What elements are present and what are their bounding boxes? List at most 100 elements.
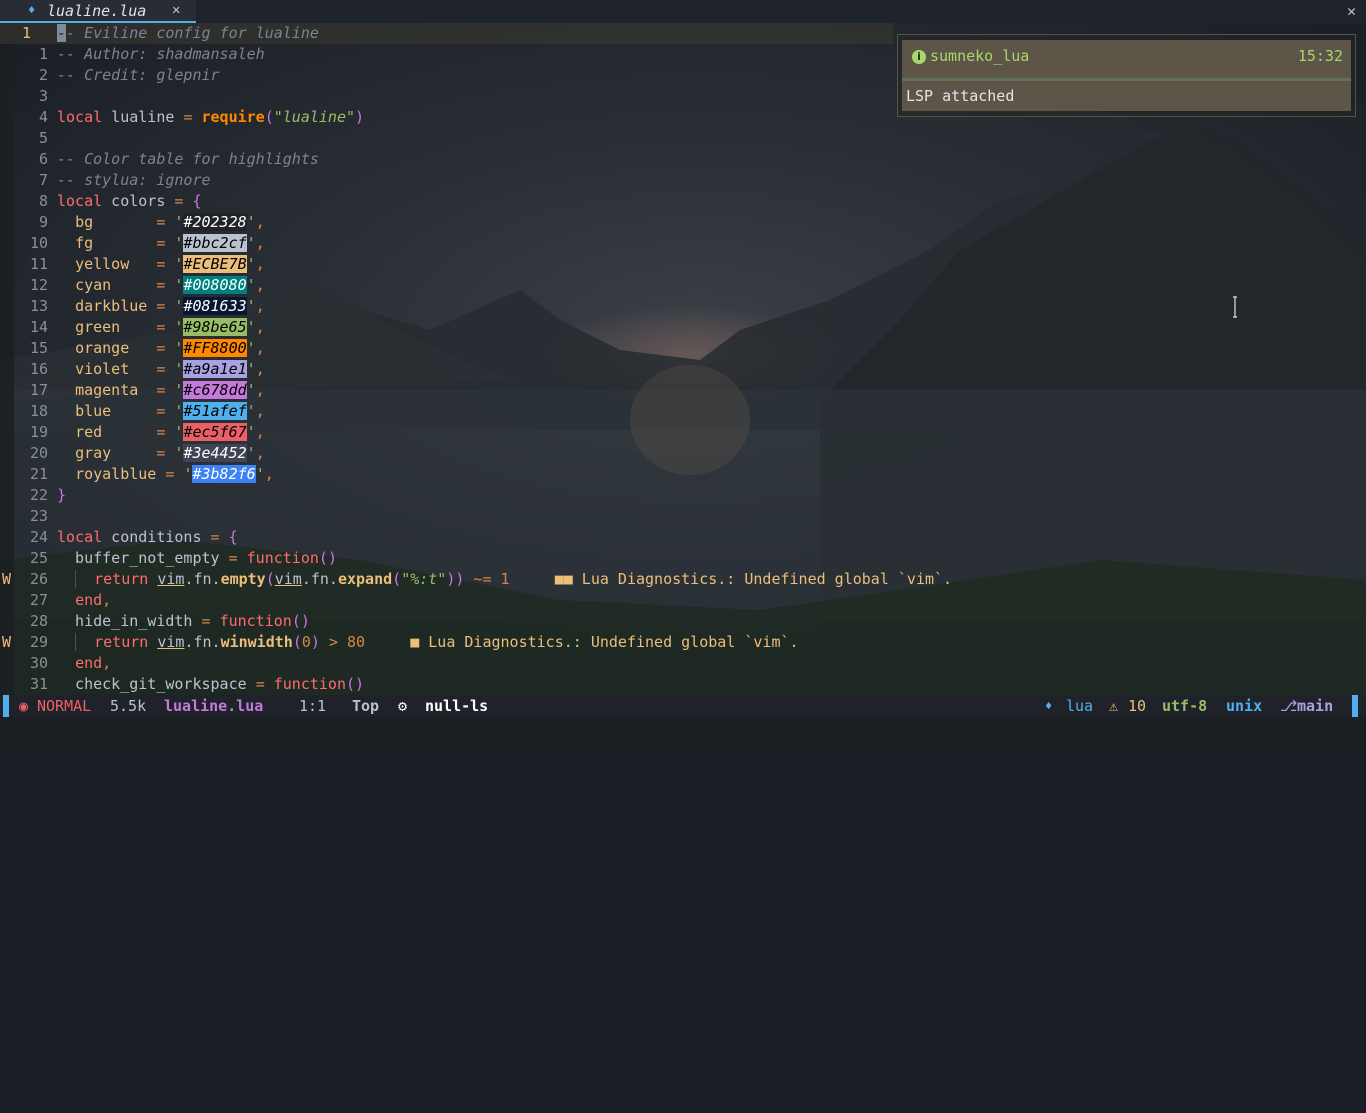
buffer-tab[interactable]: ♦ lualine.lua ✕ bbox=[0, 0, 196, 23]
tab-filename: lualine.lua bbox=[47, 2, 147, 20]
line-number: 8 bbox=[38, 192, 48, 210]
text-cursor-icon bbox=[1233, 296, 1237, 318]
line-text: local colors = { bbox=[57, 192, 202, 210]
code-line[interactable]: 12 cyan = '#008080', bbox=[0, 275, 1366, 296]
line-number: 30 bbox=[29, 654, 48, 672]
code-line[interactable]: 25 buffer_not_empty = function() bbox=[0, 548, 1366, 569]
warning-count[interactable]: 10 bbox=[1128, 695, 1146, 717]
line-number: 11 bbox=[29, 255, 48, 273]
code-line[interactable]: 23 bbox=[0, 506, 1366, 527]
line-number: 27 bbox=[29, 591, 48, 609]
diagnostic-virtual-text: ■■ Lua Diagnostics.: Undefined global `v… bbox=[509, 570, 953, 588]
line-number: 23 bbox=[29, 507, 48, 525]
gear-icon: ⚙ bbox=[398, 697, 408, 715]
line-number: 19 bbox=[29, 423, 48, 441]
info-icon: i bbox=[912, 50, 926, 64]
code-line[interactable]: 5 bbox=[0, 128, 1366, 149]
mode-indicator: NORMAL bbox=[37, 697, 92, 715]
code-line[interactable]: 24 local conditions = { bbox=[0, 527, 1366, 548]
vim-mode-icon: ◉ bbox=[19, 697, 29, 715]
line-text: return vim.fn.empty(vim.fn.expand("%:t")… bbox=[57, 569, 952, 590]
code-line[interactable]: W 29 return vim.fn.winwidth(0) > 80 ■ Lua… bbox=[0, 632, 1366, 653]
line-number: 24 bbox=[29, 528, 48, 546]
line-number: 6 bbox=[38, 150, 48, 168]
tabline: ♦ lualine.lua ✕ bbox=[0, 0, 1366, 23]
scroll-progress: Top bbox=[352, 697, 380, 715]
line-text: hide_in_width = function() bbox=[57, 612, 310, 630]
statusline-left-edge bbox=[3, 695, 9, 717]
line-text: local conditions = { bbox=[57, 528, 238, 546]
line-text: local lualine = require("lualine") bbox=[57, 108, 365, 126]
current-line[interactable]: 1 -- Eviline config for lualine bbox=[0, 23, 893, 44]
line-text: gray = '#3e4452', bbox=[75, 444, 265, 462]
code-line[interactable]: 14 green = '#98be65', bbox=[0, 317, 1366, 338]
line-number: 22 bbox=[29, 486, 48, 504]
line-number: 14 bbox=[29, 318, 48, 336]
warning-sign: W bbox=[2, 570, 12, 588]
line-number: 12 bbox=[29, 276, 48, 294]
editor-buffer[interactable]: 1 -- Eviline config for lualine 1 -- Author… bbox=[0, 23, 1366, 695]
line-number: 15 bbox=[29, 339, 48, 357]
line-number: 29 bbox=[29, 633, 48, 651]
line-number: 26 bbox=[29, 570, 48, 588]
line-number: 28 bbox=[29, 612, 48, 630]
code-line[interactable]: 8 local colors = { bbox=[0, 191, 1366, 212]
file-encoding: utf-8 bbox=[1162, 697, 1208, 715]
line-number: 18 bbox=[29, 402, 48, 420]
diagnostic-virtual-text: ■ Lua Diagnostics.: Undefined global `vi… bbox=[365, 633, 799, 651]
line-number: 3 bbox=[38, 87, 48, 105]
line-text: darkblue = '#081633', bbox=[75, 297, 265, 315]
line-number: 1 bbox=[38, 45, 48, 63]
line-number: 13 bbox=[29, 297, 48, 315]
code-line[interactable]: 13 darkblue = '#081633', bbox=[0, 296, 1366, 317]
line-text: bg = '#202328', bbox=[75, 213, 265, 231]
code-line[interactable]: 15 orange = '#FF8800', bbox=[0, 338, 1366, 359]
line-number: 5 bbox=[38, 129, 48, 147]
code-line[interactable]: 6 -- Color table for highlights bbox=[0, 149, 1366, 170]
code-line[interactable]: 17 magenta = '#c678dd', bbox=[0, 380, 1366, 401]
code-line[interactable]: 20 gray = '#3e4452', bbox=[0, 443, 1366, 464]
git-branch-icon: ⎇ bbox=[1280, 697, 1298, 715]
line-text: royalblue = '#3b82f6', bbox=[75, 465, 274, 483]
line-number: 1 bbox=[22, 24, 32, 42]
code-line[interactable]: 16 violet = '#a9a1e1', bbox=[0, 359, 1366, 380]
line-text: magenta = '#c678dd', bbox=[75, 381, 265, 399]
line-text: blue = '#51afef', bbox=[75, 402, 265, 420]
git-branch[interactable]: main bbox=[1297, 695, 1333, 717]
code-line[interactable]: 18 blue = '#51afef', bbox=[0, 401, 1366, 422]
line-number: 25 bbox=[29, 549, 48, 567]
statusline: ◉ NORMAL 5.5k lualine.lua 1:1 Top ⚙ null… bbox=[0, 695, 1366, 717]
line-text: fg = '#bbc2cf', bbox=[75, 234, 265, 252]
status-filename[interactable]: lualine.lua bbox=[164, 695, 263, 717]
line-text: check_git_workspace = function() bbox=[57, 675, 365, 693]
code-line[interactable]: 21 royalblue = '#3b82f6', bbox=[0, 464, 1366, 485]
warning-icon: ⚠ bbox=[1109, 697, 1119, 715]
line-number: 17 bbox=[29, 381, 48, 399]
line-number: 10 bbox=[29, 234, 48, 252]
code-line[interactable]: 31 check_git_workspace = function() bbox=[0, 674, 1366, 695]
code-line[interactable]: W 26 return vim.fn.empty(vim.fn.expand("%… bbox=[0, 569, 1366, 590]
code-line[interactable]: 30 end, bbox=[0, 653, 1366, 674]
line-text: end, bbox=[75, 654, 112, 672]
cursor-position: 1:1 bbox=[299, 697, 327, 715]
tab-close-icon[interactable]: ✕ bbox=[172, 2, 180, 18]
close-icon[interactable]: ✕ bbox=[1347, 2, 1356, 20]
code-line[interactable]: 10 fg = '#bbc2cf', bbox=[0, 233, 1366, 254]
line-text: cyan = '#008080', bbox=[75, 276, 265, 294]
warning-sign: W bbox=[2, 633, 12, 651]
code-line[interactable]: 22} bbox=[0, 485, 1366, 506]
line-number: 31 bbox=[29, 675, 48, 693]
line-number: 2 bbox=[38, 66, 48, 84]
code-line[interactable]: 27 end, bbox=[0, 590, 1366, 611]
notification-message: LSP attached bbox=[906, 87, 1015, 105]
code-line[interactable]: 9 bg = '#202328', bbox=[0, 212, 1366, 233]
code-line[interactable]: 28 hide_in_width = function() bbox=[0, 611, 1366, 632]
file-size: 5.5k bbox=[110, 697, 147, 715]
code-line[interactable]: 19 red = '#ec5f67', bbox=[0, 422, 1366, 443]
line-text: green = '#98be65', bbox=[75, 318, 265, 336]
line-text: yellow = '#ECBE7B', bbox=[75, 255, 265, 273]
code-line[interactable]: 11 yellow = '#ECBE7B', bbox=[0, 254, 1366, 275]
command-line[interactable] bbox=[0, 717, 1366, 750]
line-text: -- Eviline config for lualine bbox=[57, 24, 319, 42]
code-line[interactable]: 7 -- stylua: ignore bbox=[0, 170, 1366, 191]
